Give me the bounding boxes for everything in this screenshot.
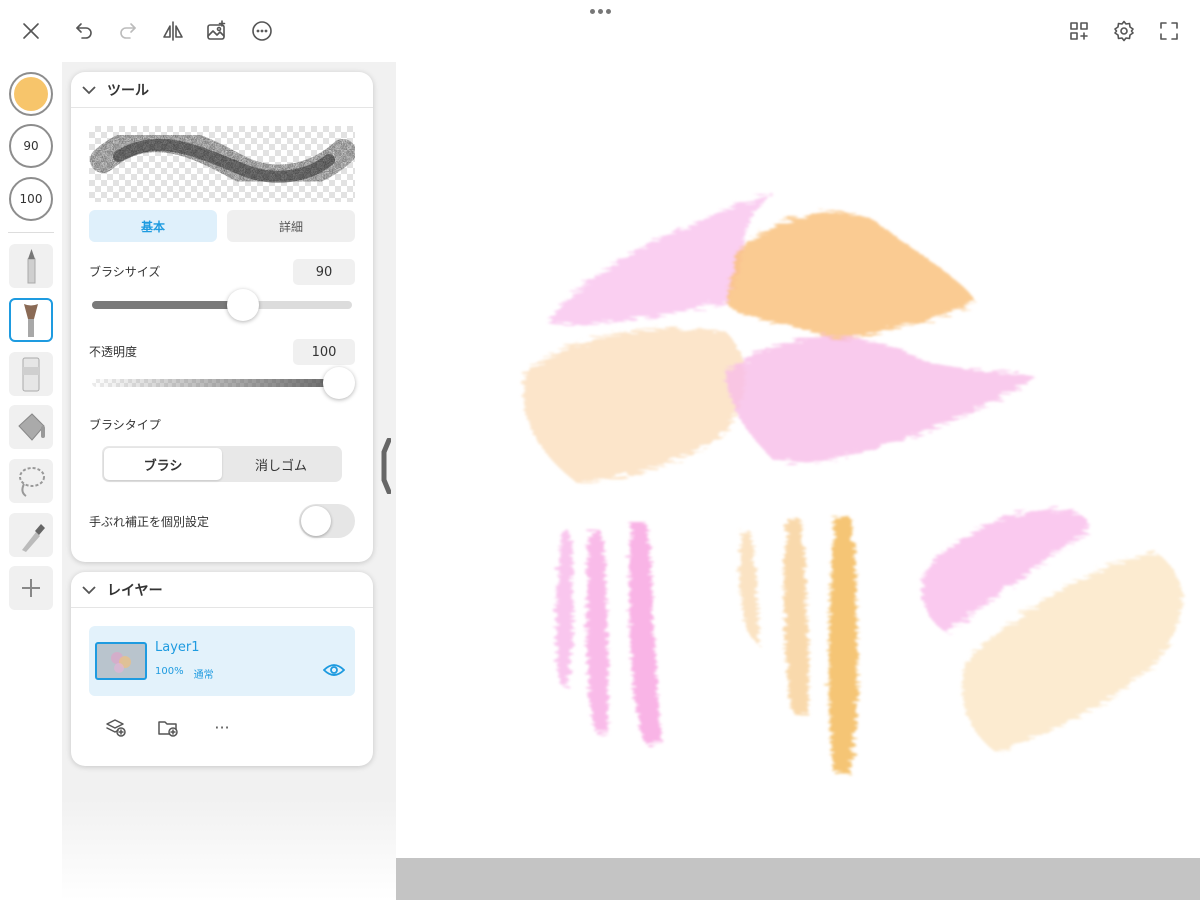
eye-icon[interactable]: [323, 662, 345, 678]
close-button[interactable]: [16, 16, 46, 46]
lasso-icon: [19, 467, 45, 497]
fill-bucket-tool[interactable]: [9, 405, 53, 449]
lasso-tool[interactable]: [9, 459, 53, 503]
tab-detail[interactable]: 詳細: [227, 210, 355, 242]
add-grid-icon: [1070, 22, 1088, 40]
chevron-down-icon: [82, 85, 96, 94]
more-icon: [252, 21, 272, 41]
add-tool-button[interactable]: [9, 566, 53, 610]
tool-panel: ツール 基本 詳細 ブラシサイズ 90 不透明度 100 ブラシタイプ ブラシ …: [71, 72, 373, 562]
peach-stroke: [784, 519, 809, 714]
canvas-artwork: [523, 192, 1183, 774]
pencil-icon: [27, 249, 36, 284]
redo-button[interactable]: [113, 16, 143, 46]
window-grabber[interactable]: [588, 6, 612, 16]
layer-panel-title: レイヤー: [107, 582, 163, 599]
peach-stroke: [828, 517, 858, 774]
more-button[interactable]: [247, 16, 277, 46]
toolbar-divider: [8, 232, 54, 233]
opacity-quick-button[interactable]: 100: [9, 177, 53, 221]
panel-collapse-handle[interactable]: [381, 438, 391, 494]
add-folder-icon: [158, 721, 178, 737]
opacity-slider-thumb[interactable]: [323, 367, 355, 399]
pencil-tool[interactable]: [9, 244, 53, 288]
layer-thumbnail: [95, 642, 147, 680]
opacity-value[interactable]: 100: [293, 339, 355, 365]
close-icon: [23, 23, 39, 39]
bucket-icon: [18, 413, 45, 441]
fullscreen-button[interactable]: [1154, 16, 1184, 46]
tab-basic[interactable]: 基本: [89, 210, 217, 242]
plus-icon: [22, 579, 40, 597]
eyedropper-icon: [22, 524, 45, 552]
side-panel: ツール 基本 詳細 ブラシサイズ 90 不透明度 100 ブラシタイプ ブラシ …: [62, 62, 396, 900]
color-picker-button[interactable]: [9, 72, 53, 116]
brush-preview-stroke: [90, 126, 356, 191]
add-folder-button[interactable]: [155, 714, 181, 740]
settings-button[interactable]: [1109, 16, 1139, 46]
tool-settings-tabs: 基本 詳細: [89, 210, 355, 242]
brush-stroke-preview: [89, 126, 356, 202]
opacity-label: 不透明度: [89, 345, 138, 359]
cream-stroke: [740, 531, 760, 647]
eraser-tool[interactable]: [9, 352, 53, 396]
add-widget-button[interactable]: [1064, 16, 1094, 46]
image-icon: [207, 20, 226, 40]
layer-meta: 100% 通常: [155, 666, 214, 681]
brush-size-value[interactable]: 90: [293, 259, 355, 285]
top-toolbar: [0, 0, 1200, 62]
layer-name: Layer1: [155, 640, 200, 655]
flip-icon: [163, 21, 183, 41]
pink-stroke: [586, 531, 609, 734]
import-image-button[interactable]: [202, 16, 232, 46]
redo-icon: [120, 23, 136, 39]
chevron-down-icon: [82, 585, 96, 594]
brush-tool[interactable]: [9, 298, 53, 342]
left-toolbar: 90 100: [0, 62, 62, 900]
flip-button[interactable]: [158, 16, 188, 46]
stabilizer-label: 手ぶれ補正を個別設定: [89, 515, 210, 529]
brush-type-eraser[interactable]: 消しゴム: [222, 448, 340, 480]
layer-row[interactable]: Layer1 100% 通常: [89, 626, 355, 696]
add-layer-icon: [106, 719, 126, 737]
brush-type-brush[interactable]: ブラシ: [104, 448, 222, 480]
brush-size-quick-button[interactable]: 90: [9, 124, 53, 168]
brush-size-slider-thumb[interactable]: [226, 289, 259, 321]
canvas-outside-area: [396, 858, 1200, 900]
layer-panel-header[interactable]: レイヤー: [71, 572, 373, 608]
peach-stroke: [726, 212, 976, 342]
brush-size-label: ブラシサイズ: [89, 265, 161, 279]
drawing-canvas[interactable]: [396, 62, 1200, 858]
current-color-swatch: [14, 77, 48, 111]
undo-button[interactable]: [69, 16, 99, 46]
pink-stroke: [556, 531, 574, 687]
brush-icon: [24, 304, 38, 337]
opacity-slider[interactable]: [92, 367, 355, 399]
gear-icon: [1114, 20, 1134, 42]
brush-type-segment: ブラシ 消しゴム: [102, 446, 342, 482]
layer-blend-mode: 通常: [193, 670, 214, 681]
tool-panel-title: ツール: [107, 82, 149, 99]
eraser-icon: [22, 357, 40, 392]
eyedropper-tool[interactable]: [9, 513, 53, 557]
layer-opacity: 100%: [155, 666, 184, 677]
add-layer-button[interactable]: [103, 714, 129, 740]
fullscreen-icon: [1160, 22, 1178, 40]
cream-stroke: [523, 328, 745, 482]
stabilizer-toggle[interactable]: [299, 504, 355, 538]
pink-stroke: [726, 336, 1036, 463]
undo-icon: [76, 23, 92, 39]
pink-stroke: [629, 523, 662, 747]
tool-panel-header[interactable]: ツール: [71, 72, 373, 108]
brush-size-slider[interactable]: [92, 289, 352, 321]
brush-type-label: ブラシタイプ: [89, 418, 161, 432]
layer-panel: レイヤー Layer1 100% 通常 ···: [71, 572, 373, 766]
layer-more-button[interactable]: ···: [209, 714, 235, 740]
